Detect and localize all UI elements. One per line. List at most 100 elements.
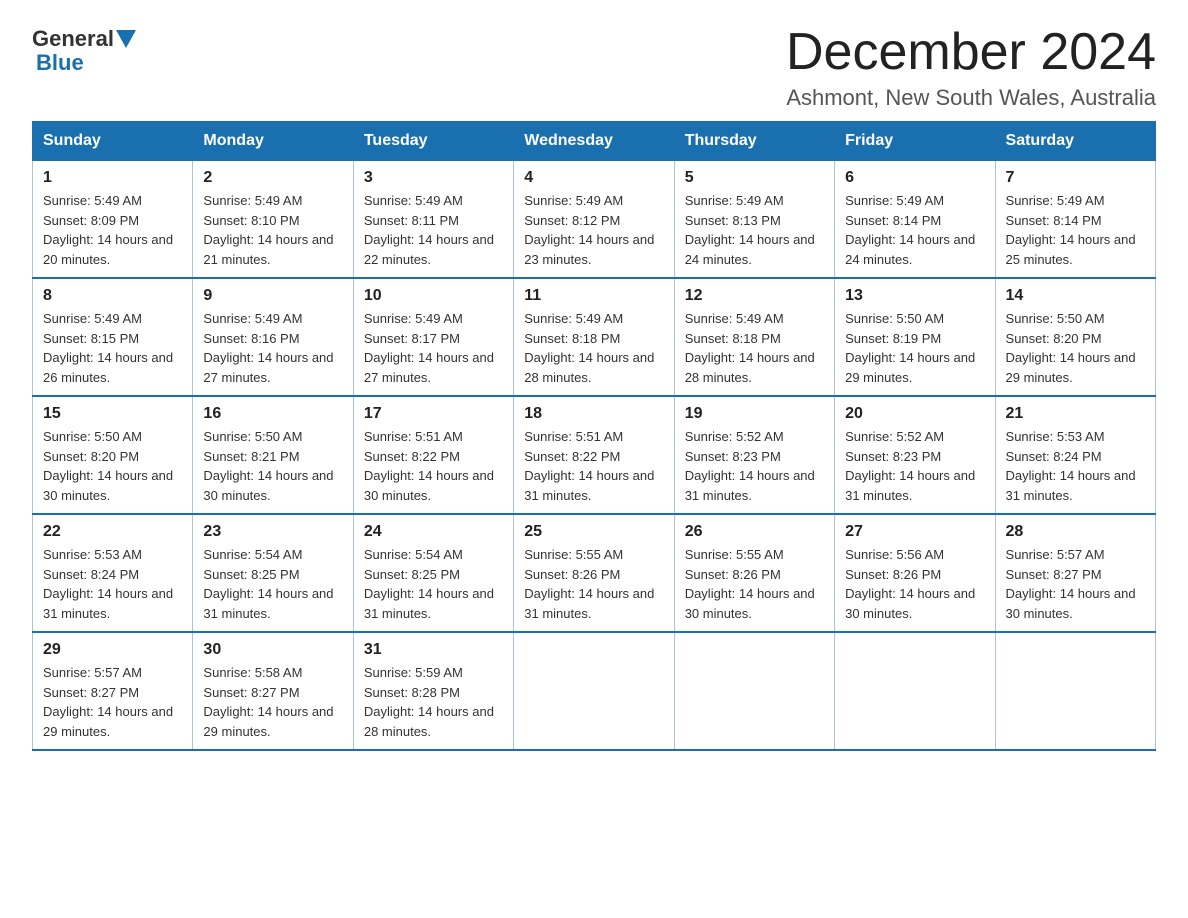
day-number: 3 [364,169,503,187]
day-detail: Sunrise: 5:49 AMSunset: 8:14 PMDaylight:… [1006,193,1136,267]
day-detail: Sunrise: 5:50 AMSunset: 8:20 PMDaylight:… [1006,311,1136,385]
day-number: 14 [1006,287,1145,305]
day-detail: Sunrise: 5:49 AMSunset: 8:09 PMDaylight:… [43,193,173,267]
day-number: 5 [685,169,824,187]
day-number: 26 [685,523,824,541]
day-number: 8 [43,287,182,305]
day-number: 30 [203,641,342,659]
calendar-week-row: 15 Sunrise: 5:50 AMSunset: 8:20 PMDaylig… [33,396,1156,514]
calendar-week-row: 22 Sunrise: 5:53 AMSunset: 8:24 PMDaylig… [33,514,1156,632]
day-number: 20 [845,405,984,423]
day-detail: Sunrise: 5:50 AMSunset: 8:20 PMDaylight:… [43,429,173,503]
day-detail: Sunrise: 5:52 AMSunset: 8:23 PMDaylight:… [685,429,815,503]
day-number: 6 [845,169,984,187]
day-number: 19 [685,405,824,423]
calendar-cell: 6 Sunrise: 5:49 AMSunset: 8:14 PMDayligh… [835,161,995,279]
title-area: December 2024 Ashmont, New South Wales, … [786,24,1156,111]
calendar-cell: 26 Sunrise: 5:55 AMSunset: 8:26 PMDaylig… [674,514,834,632]
day-number: 29 [43,641,182,659]
day-detail: Sunrise: 5:49 AMSunset: 8:12 PMDaylight:… [524,193,654,267]
day-number: 23 [203,523,342,541]
weekday-header-friday: Friday [835,122,995,161]
calendar-header-row: SundayMondayTuesdayWednesdayThursdayFrid… [33,122,1156,161]
day-detail: Sunrise: 5:58 AMSunset: 8:27 PMDaylight:… [203,665,333,739]
calendar-cell: 28 Sunrise: 5:57 AMSunset: 8:27 PMDaylig… [995,514,1155,632]
calendar-cell: 9 Sunrise: 5:49 AMSunset: 8:16 PMDayligh… [193,278,353,396]
weekday-header-monday: Monday [193,122,353,161]
calendar-cell: 11 Sunrise: 5:49 AMSunset: 8:18 PMDaylig… [514,278,674,396]
calendar-cell: 19 Sunrise: 5:52 AMSunset: 8:23 PMDaylig… [674,396,834,514]
day-detail: Sunrise: 5:49 AMSunset: 8:10 PMDaylight:… [203,193,333,267]
month-title: December 2024 [786,24,1156,81]
day-number: 16 [203,405,342,423]
calendar-cell [514,632,674,750]
logo-blue-text: Blue [36,50,84,75]
day-number: 12 [685,287,824,305]
weekday-header-thursday: Thursday [674,122,834,161]
day-detail: Sunrise: 5:51 AMSunset: 8:22 PMDaylight:… [364,429,494,503]
calendar-cell: 18 Sunrise: 5:51 AMSunset: 8:22 PMDaylig… [514,396,674,514]
logo-general-text: General [32,28,114,50]
day-detail: Sunrise: 5:49 AMSunset: 8:14 PMDaylight:… [845,193,975,267]
day-number: 10 [364,287,503,305]
day-detail: Sunrise: 5:55 AMSunset: 8:26 PMDaylight:… [524,547,654,621]
day-detail: Sunrise: 5:49 AMSunset: 8:18 PMDaylight:… [685,311,815,385]
calendar-cell: 20 Sunrise: 5:52 AMSunset: 8:23 PMDaylig… [835,396,995,514]
day-number: 7 [1006,169,1145,187]
calendar-cell: 24 Sunrise: 5:54 AMSunset: 8:25 PMDaylig… [353,514,513,632]
day-number: 2 [203,169,342,187]
day-number: 27 [845,523,984,541]
calendar-cell [995,632,1155,750]
day-detail: Sunrise: 5:51 AMSunset: 8:22 PMDaylight:… [524,429,654,503]
day-number: 25 [524,523,663,541]
calendar-table: SundayMondayTuesdayWednesdayThursdayFrid… [32,121,1156,751]
day-detail: Sunrise: 5:54 AMSunset: 8:25 PMDaylight:… [364,547,494,621]
calendar-cell: 22 Sunrise: 5:53 AMSunset: 8:24 PMDaylig… [33,514,193,632]
page-header: General Blue December 2024 Ashmont, New … [32,24,1156,111]
day-detail: Sunrise: 5:53 AMSunset: 8:24 PMDaylight:… [43,547,173,621]
calendar-cell: 15 Sunrise: 5:50 AMSunset: 8:20 PMDaylig… [33,396,193,514]
calendar-cell: 12 Sunrise: 5:49 AMSunset: 8:18 PMDaylig… [674,278,834,396]
calendar-cell: 31 Sunrise: 5:59 AMSunset: 8:28 PMDaylig… [353,632,513,750]
day-detail: Sunrise: 5:59 AMSunset: 8:28 PMDaylight:… [364,665,494,739]
day-detail: Sunrise: 5:57 AMSunset: 8:27 PMDaylight:… [1006,547,1136,621]
day-detail: Sunrise: 5:55 AMSunset: 8:26 PMDaylight:… [685,547,815,621]
day-number: 18 [524,405,663,423]
calendar-cell: 17 Sunrise: 5:51 AMSunset: 8:22 PMDaylig… [353,396,513,514]
day-number: 15 [43,405,182,423]
day-number: 31 [364,641,503,659]
day-number: 22 [43,523,182,541]
day-number: 4 [524,169,663,187]
day-detail: Sunrise: 5:50 AMSunset: 8:21 PMDaylight:… [203,429,333,503]
day-number: 17 [364,405,503,423]
calendar-cell: 4 Sunrise: 5:49 AMSunset: 8:12 PMDayligh… [514,161,674,279]
day-number: 11 [524,287,663,305]
logo-triangle-icon [116,30,136,48]
logo: General Blue [32,28,138,76]
calendar-cell: 3 Sunrise: 5:49 AMSunset: 8:11 PMDayligh… [353,161,513,279]
calendar-cell: 27 Sunrise: 5:56 AMSunset: 8:26 PMDaylig… [835,514,995,632]
weekday-header-saturday: Saturday [995,122,1155,161]
day-detail: Sunrise: 5:49 AMSunset: 8:17 PMDaylight:… [364,311,494,385]
day-detail: Sunrise: 5:49 AMSunset: 8:11 PMDaylight:… [364,193,494,267]
day-detail: Sunrise: 5:57 AMSunset: 8:27 PMDaylight:… [43,665,173,739]
day-detail: Sunrise: 5:49 AMSunset: 8:18 PMDaylight:… [524,311,654,385]
calendar-cell [674,632,834,750]
day-number: 24 [364,523,503,541]
weekday-header-wednesday: Wednesday [514,122,674,161]
weekday-header-tuesday: Tuesday [353,122,513,161]
day-number: 1 [43,169,182,187]
day-detail: Sunrise: 5:49 AMSunset: 8:13 PMDaylight:… [685,193,815,267]
day-detail: Sunrise: 5:53 AMSunset: 8:24 PMDaylight:… [1006,429,1136,503]
calendar-cell: 25 Sunrise: 5:55 AMSunset: 8:26 PMDaylig… [514,514,674,632]
day-detail: Sunrise: 5:56 AMSunset: 8:26 PMDaylight:… [845,547,975,621]
calendar-week-row: 8 Sunrise: 5:49 AMSunset: 8:15 PMDayligh… [33,278,1156,396]
calendar-cell: 21 Sunrise: 5:53 AMSunset: 8:24 PMDaylig… [995,396,1155,514]
calendar-cell: 7 Sunrise: 5:49 AMSunset: 8:14 PMDayligh… [995,161,1155,279]
day-detail: Sunrise: 5:49 AMSunset: 8:16 PMDaylight:… [203,311,333,385]
calendar-cell: 13 Sunrise: 5:50 AMSunset: 8:19 PMDaylig… [835,278,995,396]
calendar-cell: 5 Sunrise: 5:49 AMSunset: 8:13 PMDayligh… [674,161,834,279]
day-number: 13 [845,287,984,305]
day-number: 9 [203,287,342,305]
day-detail: Sunrise: 5:49 AMSunset: 8:15 PMDaylight:… [43,311,173,385]
